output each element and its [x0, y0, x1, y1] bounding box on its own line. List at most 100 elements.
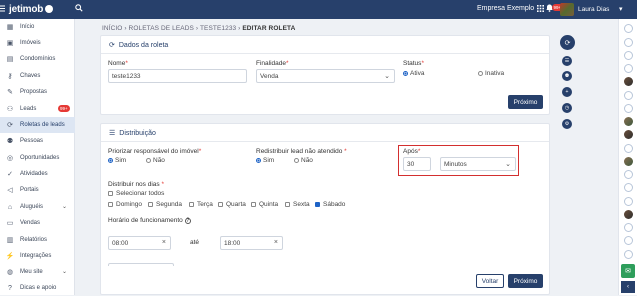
- gavel-icon: ✎: [7, 89, 13, 96]
- day-quinta-checkbox[interactable]: Quinta: [251, 201, 278, 208]
- contact-avatar[interactable]: [624, 210, 633, 219]
- redistribuir-sim-radio[interactable]: Sim: [256, 157, 274, 164]
- clear-icon[interactable]: ×: [162, 239, 166, 246]
- ate-label: até: [190, 239, 200, 246]
- house-key-icon: ⌂: [7, 203, 13, 211]
- day-domingo-checkbox[interactable]: Domingo: [108, 201, 142, 208]
- contact-avatar[interactable]: [624, 157, 633, 166]
- nome-label: Nome*: [108, 60, 128, 67]
- breadcrumb: INÍCIO › ROLETAS DE LEADS › TESTE1233 › …: [102, 25, 296, 32]
- contact-avatar[interactable]: [624, 130, 633, 139]
- people-icon[interactable]: ⚉: [562, 71, 572, 81]
- list-icon[interactable]: ☰: [562, 56, 572, 66]
- sidebar-item-propostas[interactable]: ✎ Propostas: [0, 84, 75, 100]
- checkbox-icon: [218, 202, 223, 207]
- day-sexta-checkbox[interactable]: Sexta: [285, 201, 310, 208]
- user-name[interactable]: Laura Dias: [578, 6, 609, 13]
- horario-fim-input[interactable]: 18:00 ×: [220, 236, 283, 250]
- user-avatar[interactable]: [560, 3, 574, 16]
- apos-value-input[interactable]: 30: [403, 157, 431, 171]
- breadcrumb-item[interactable]: INÍCIO: [102, 25, 122, 32]
- next-button[interactable]: Próximo: [508, 95, 543, 109]
- day-sabado-checkbox[interactable]: Sábado: [315, 201, 345, 208]
- target-icon: ◎: [6, 155, 14, 162]
- contact-avatar[interactable]: [624, 117, 633, 126]
- image-icon: ▣: [6, 40, 14, 47]
- contact-avatar[interactable]: [624, 91, 633, 100]
- clock-icon[interactable]: ◷: [562, 103, 572, 113]
- list-settings-icon: ☰: [109, 130, 116, 137]
- sidebar-item-condominios[interactable]: ▤ Condomínios: [0, 51, 75, 67]
- contact-avatar[interactable]: [624, 77, 633, 86]
- chat-icon[interactable]: ✉: [621, 264, 635, 278]
- checkbox-icon: [251, 202, 256, 207]
- sidebar-item-oportunidades[interactable]: ◎ Oportunidades: [0, 150, 75, 166]
- back-button[interactable]: Voltar: [476, 274, 504, 288]
- day-quarta-checkbox[interactable]: Quarta: [218, 201, 246, 208]
- sidebar-item-relatorios[interactable]: ▥ Relatórios: [0, 232, 75, 248]
- apos-unit-select[interactable]: Minutos ⌄: [440, 157, 516, 171]
- redistribuir-nao-radio[interactable]: Não: [294, 157, 313, 164]
- search-icon[interactable]: [75, 4, 83, 14]
- contact-avatar[interactable]: [624, 38, 633, 47]
- app-logo[interactable]: jetimob: [9, 4, 54, 15]
- clear-icon[interactable]: ×: [274, 239, 278, 246]
- contact-avatar[interactable]: [624, 197, 633, 206]
- sidebar-item-chaves[interactable]: ⚷ Chaves: [0, 68, 75, 84]
- gear-icon[interactable]: ⚙: [562, 119, 572, 129]
- contact-avatar[interactable]: [624, 104, 633, 113]
- sidebar-item-dicas[interactable]: ? Dicas e apoio: [0, 280, 75, 296]
- user-plus-icon[interactable]: +: [562, 87, 572, 97]
- cash-icon: ▭: [6, 220, 14, 227]
- checkbox-checked-icon: [315, 202, 320, 207]
- apps-grid-icon[interactable]: [537, 5, 544, 14]
- help-icon: ?: [8, 284, 12, 292]
- check-circle-icon: ✓: [7, 171, 13, 178]
- sidebar-item-roletas[interactable]: ⟳ Roletas de leads: [0, 117, 75, 133]
- contact-avatar[interactable]: [624, 236, 633, 245]
- horario-inicio-input[interactable]: 08:00 ×: [108, 236, 171, 250]
- contact-avatar[interactable]: [624, 223, 633, 232]
- sidebar-item-atividades[interactable]: ✓ Atividades: [0, 166, 75, 182]
- company-name[interactable]: Empresa Exemplo: [477, 5, 534, 12]
- contact-avatar[interactable]: [624, 144, 633, 153]
- sidebar-item-pessoas[interactable]: ⚉ Pessoas: [0, 133, 75, 149]
- radio-icon: [478, 71, 483, 76]
- sidebar-item-portais[interactable]: ◁ Portais: [0, 182, 75, 198]
- roulette-icon[interactable]: ⟳: [560, 35, 575, 50]
- finalidade-select[interactable]: Venda ⌄: [256, 69, 395, 83]
- selecionar-todos-checkbox[interactable]: Selecionar todos: [108, 190, 164, 197]
- sidebar-item-alugueis[interactable]: ⌂ Aluguéis ⌄: [0, 199, 75, 215]
- collapse-icon[interactable]: ‹: [621, 281, 635, 293]
- contact-avatar[interactable]: [624, 24, 633, 33]
- top-bar: jetimob Empresa Exemplo 99+ Laura Dias ▾: [0, 0, 637, 19]
- sidebar-item-inicio[interactable]: ▦ Início: [0, 19, 75, 35]
- breadcrumb-item[interactable]: ROLETAS DE LEADS: [129, 25, 194, 32]
- day-terca-checkbox[interactable]: Terça: [189, 201, 213, 208]
- priorizar-nao-radio[interactable]: Não: [146, 157, 165, 164]
- breadcrumb-item[interactable]: TESTE1233: [200, 25, 236, 32]
- sidebar-item-leads[interactable]: ⚇ Leads 99+: [0, 101, 75, 117]
- chevron-down-icon: ⌄: [62, 204, 68, 210]
- info-icon[interactable]: ?: [184, 217, 191, 224]
- nome-input[interactable]: teste1233: [108, 69, 247, 83]
- status-inativa-radio[interactable]: Inativa: [478, 70, 504, 77]
- plug-icon: ⚡: [5, 253, 15, 260]
- menu-icon[interactable]: [0, 5, 6, 14]
- user-menu-chevron-icon[interactable]: ▾: [619, 5, 623, 13]
- day-segunda-checkbox[interactable]: Segunda: [148, 201, 182, 208]
- chevron-down-icon: ⌄: [384, 73, 390, 80]
- next-button[interactable]: Próximo: [508, 274, 543, 288]
- contact-avatar[interactable]: [624, 170, 633, 179]
- roulette-icon: ⟳: [7, 122, 13, 129]
- status-ativa-radio[interactable]: Ativa: [403, 70, 424, 77]
- sidebar-item-meu-site[interactable]: ◍ Meu site ⌄: [0, 264, 75, 280]
- contact-avatar[interactable]: [624, 51, 633, 60]
- contact-avatar[interactable]: [624, 183, 633, 192]
- contact-avatar[interactable]: [624, 250, 633, 259]
- sidebar-item-vendas[interactable]: ▭ Vendas: [0, 215, 75, 231]
- sidebar-item-integracoes[interactable]: ⚡ Integrações: [0, 248, 75, 264]
- sidebar-item-imoveis[interactable]: ▣ Imóveis: [0, 35, 75, 51]
- contact-avatar[interactable]: [624, 64, 633, 73]
- priorizar-sim-radio[interactable]: Sim: [108, 157, 126, 164]
